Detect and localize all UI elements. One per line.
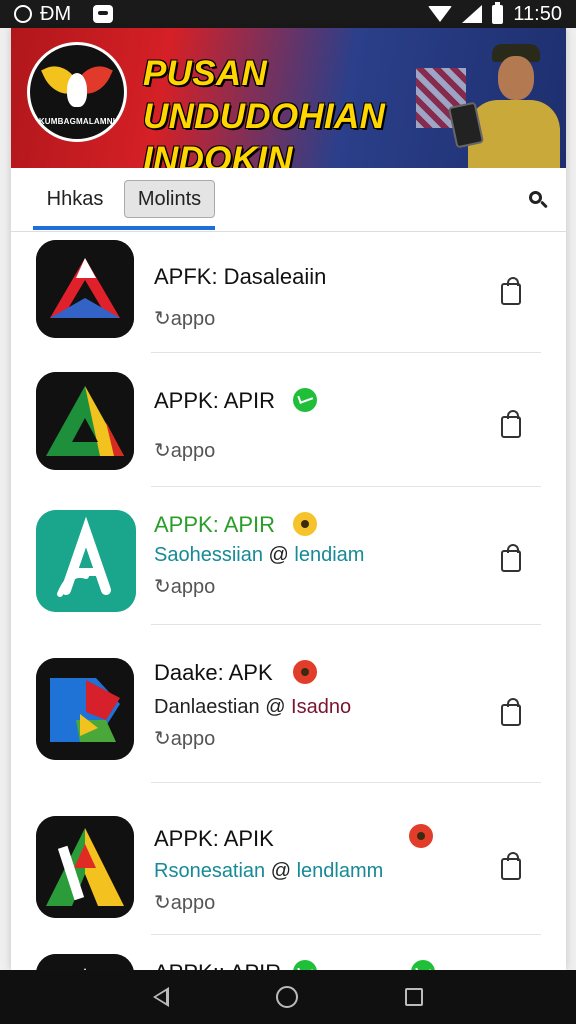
emoji-face-icon [293,660,317,684]
app-icon [36,510,136,612]
alarm-icon [14,5,32,23]
app-icon [36,816,134,918]
at-icon: @ [265,696,292,718]
message-icon [93,5,114,23]
category-name: lendlamm [296,860,384,882]
app-list-panel: KUMBAGMALAMNI PUSAN UNDUDOHIAN INDOKIN U… [11,28,566,970]
battery-icon [492,1,504,24]
emoji-face-icon [293,512,317,536]
list-item[interactable]: APPK:: APIR [11,938,566,970]
home-icon[interactable] [275,986,298,1008]
app-type: ↻appo [154,308,216,330]
app-title: APPK: APIK [154,826,274,851]
category-name: lendiam [294,544,365,566]
status-right: 11:50 [428,1,562,26]
app-title: Daake: APK [154,660,273,685]
search-icon[interactable] [526,188,550,212]
app-subtitle: Saohessiian @ lendiam [154,544,364,567]
tab-molints[interactable]: Molints [124,180,215,218]
category-name: Isadno [291,696,352,718]
messenger-icon [293,388,317,412]
promo-banner[interactable]: KUMBAGMALAMNI PUSAN UNDUDOHIAN INDOKIN U… [11,28,566,168]
developer-name: Danlaestian [154,696,260,718]
tab-hhkas[interactable]: Hhkas [33,180,117,218]
app-title: APPK: APIR [154,512,276,537]
tab-bar: Hhkas Molints [11,168,566,232]
list-item[interactable]: APFK: Dasaleaiin ↻appo [11,232,566,366]
eagle-icon [41,58,113,115]
eagle-logo: KUMBAGMALAMNI [27,42,127,142]
navigation-bar [0,970,576,1024]
status-left-text: ĐM [40,2,72,25]
list-item[interactable]: Daake: APK Danlaestian @ Isadno ↻appo [11,640,566,783]
wifi-icon [428,6,453,22]
list-item[interactable]: APPK: APIR Saohessiian @ lendiam ↻appo [11,500,566,640]
app-title: APPK: APIR [154,388,276,413]
developer-name: Rsonesatian [154,860,266,882]
app-subtitle: Danlaestian @ Isadno [154,696,351,719]
lock-icon[interactable] [501,544,521,572]
developer-name: Saohessiian [154,544,263,566]
lock-icon[interactable] [501,852,521,880]
app-subtitle: Rsonesatian @ lendlamm [154,860,383,883]
messenger-icon [293,960,317,970]
recent-apps-icon[interactable] [404,988,423,1006]
status-time: 11:50 [513,2,562,25]
app-title: APFK: Dasaleaiin [154,264,327,289]
divider [151,934,541,935]
logo-text: KUMBAGMALAMNI [38,116,116,126]
app-type: ↻appo [154,728,216,750]
messenger-icon [411,960,435,970]
list-item[interactable]: APPK: APIR ↻appo [11,366,566,500]
lock-icon[interactable] [501,410,521,438]
app-icon [36,954,134,970]
signal-icon [462,5,483,23]
status-bar: ĐM 11:50 [0,0,576,28]
status-left: ĐM [14,2,114,26]
active-tab-indicator [33,226,215,230]
divider [151,486,541,487]
app-icon [36,658,134,760]
divider [151,352,541,353]
app-type: ↻appo [154,576,216,598]
divider [151,624,541,625]
app-icon [36,240,134,338]
lock-icon[interactable] [501,277,521,305]
emoji-face-icon [409,824,433,848]
app-icon [36,372,134,470]
divider [151,782,541,783]
at-icon: @ [268,544,295,566]
app-type: ↻appo [154,440,216,462]
app-type: ↻appo [154,892,216,914]
back-icon[interactable] [153,987,170,1007]
app-title: APPK:: APIR [154,960,281,970]
officer-image [416,28,566,168]
at-icon: @ [270,860,297,882]
lock-icon[interactable] [501,698,521,726]
list-item[interactable]: APPK: APIK Rsonesatian @ lendlamm ↻appo [11,784,566,935]
